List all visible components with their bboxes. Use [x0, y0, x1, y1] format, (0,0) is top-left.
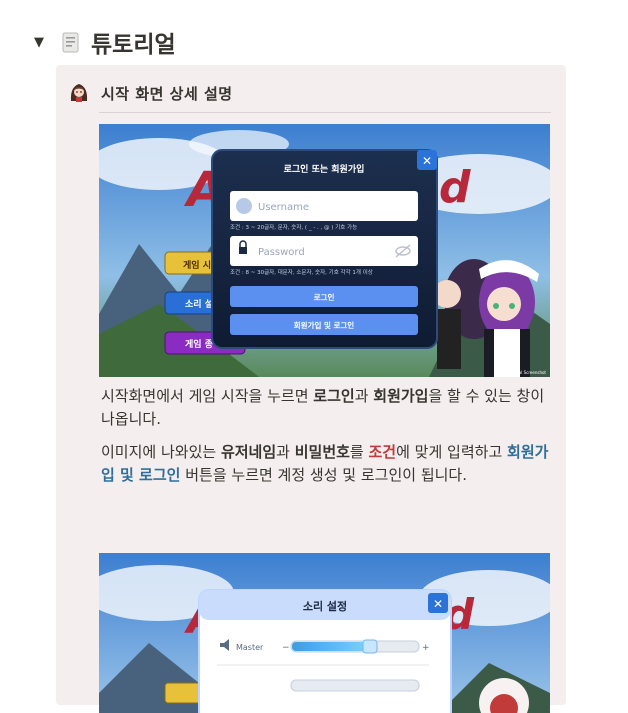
svg-text:소리 설: 소리 설 — [185, 298, 213, 310]
watermark-text: Tutorial Screenshot — [507, 370, 547, 375]
logo-letter-right: d — [439, 162, 471, 213]
callout-title: 시작 화면 상세 설명 — [101, 85, 233, 103]
toggle-arrow-icon[interactable]: ▼ — [34, 35, 52, 50]
tutorial-toggle[interactable]: ▼ 튜토리얼 — [34, 26, 176, 58]
svg-text:로그인: 로그인 — [314, 292, 335, 302]
password-hint: 조건 : 8 ~ 30글자, 대문자, 소문자, 숫자, 기호 각각 1개 이상 — [230, 268, 373, 276]
master-volume-knob — [362, 639, 378, 654]
sound-settings-screenshot-image: A d 소리 설정 ✕ Master − + — [99, 553, 550, 713]
svg-text:게임 시: 게임 시 — [183, 259, 211, 271]
description-paragraph-1: 시작화면에서 게임 시작을 누르면 로그인과 회원가입을 할 수 있는 창이 나… — [101, 387, 545, 428]
username-placeholder: Username — [258, 202, 309, 213]
close-icon: ✕ — [433, 597, 443, 611]
lock-icon — [239, 247, 247, 254]
callout-block: 시작 화면 상세 설명 A d 게임 시 소리 설 게임 종 로그인 또는 회원… — [56, 65, 566, 713]
password-placeholder: Password — [258, 247, 305, 258]
svg-text:게임 종: 게임 종 — [185, 338, 213, 350]
document-icon — [62, 32, 79, 52]
description-paragraph-2: 이미지에 나와있는 유저네임과 비밀번호를 조건에 맞게 입력하고 회원가입 및… — [101, 443, 549, 484]
svg-text:−: − — [282, 643, 290, 653]
login-screenshot-image: A d 게임 시 소리 설 게임 종 로그인 또는 회원가입 ✕ Usernam… — [99, 124, 550, 377]
callout-header: 시작 화면 상세 설명 — [56, 65, 566, 111]
close-icon: ✕ — [422, 154, 432, 168]
master-label: Master — [236, 643, 264, 652]
sound-settings-dialog: 소리 설정 ✕ Master − + — [198, 589, 452, 713]
login-dialog-title: 로그인 또는 회원가입 — [284, 163, 365, 175]
master-volume-fill — [292, 642, 370, 651]
page-title: 튜토리얼 — [91, 32, 176, 58]
login-dialog: 로그인 또는 회원가입 ✕ Username 조건 : 3 ~ 20글자, 문자… — [211, 149, 438, 349]
sound-dialog-title: 소리 설정 — [303, 599, 347, 613]
svg-text:+: + — [422, 643, 430, 653]
svg-text:회원가입 및 로그인: 회원가입 및 로그인 — [294, 320, 355, 330]
character-avatar-icon — [70, 84, 88, 102]
username-hint: 조건 : 3 ~ 20글자, 문자, 숫자, ( _ - . , @ ) 기호 … — [230, 223, 357, 231]
divider — [99, 112, 551, 113]
